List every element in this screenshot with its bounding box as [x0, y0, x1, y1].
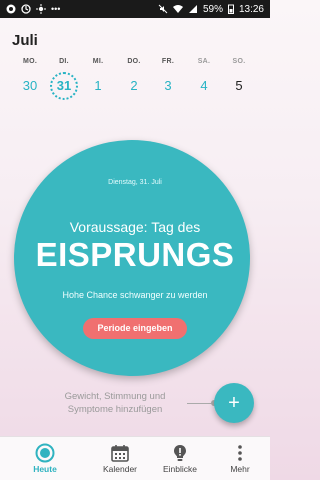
signal-icon	[188, 5, 197, 13]
plus-icon: +	[228, 391, 240, 414]
day-name: DI.	[59, 58, 69, 65]
status-right-icons: 59% 13:26	[158, 4, 264, 15]
add-hint-line1: Gewicht, Stimmung und	[64, 391, 166, 402]
more-dots-icon: •••	[51, 4, 61, 14]
day-number: 2	[130, 78, 138, 93]
update-icon	[21, 4, 31, 14]
nav-item-calendar[interactable]: Kalender	[90, 437, 150, 480]
prediction-headline: EISPRUNGS	[35, 236, 235, 273]
status-time: 13:26	[238, 3, 264, 15]
add-symptoms-hint: Gewicht, Stimmung und Symptome hinzufüge…	[40, 390, 190, 416]
week-strip: MO. 30 DI. 31 MI. 1 DO. 2 FR. 3 SA. 4 SO…	[0, 58, 270, 118]
brightness-icon	[36, 4, 46, 14]
wifi-icon	[172, 5, 183, 13]
insights-bulb-icon	[174, 445, 186, 461]
battery-percent: 59%	[202, 3, 223, 15]
add-button[interactable]: +	[214, 383, 254, 423]
mute-icon	[158, 4, 168, 14]
add-hint-line2: Symptome hinzufügen	[67, 404, 163, 415]
status-bar: ••• 59% 13:26	[0, 0, 270, 18]
day-wednesday[interactable]: MI. 1	[80, 58, 116, 96]
day-friday[interactable]: FR. 3	[150, 58, 186, 96]
battery-icon	[227, 4, 234, 14]
day-sunday[interactable]: SO. 5	[221, 58, 257, 96]
day-number: 5	[235, 78, 243, 93]
day-number: 4	[200, 78, 208, 93]
more-vertical-icon	[238, 445, 242, 461]
month-title: Juli	[12, 32, 38, 49]
day-name: SO.	[232, 58, 246, 65]
nav-item-more[interactable]: Mehr	[210, 437, 270, 480]
nav-label-insights: Einblicke	[162, 464, 198, 474]
chrome-icon	[6, 4, 16, 14]
day-number: 3	[164, 78, 172, 93]
day-thursday[interactable]: DO. 2	[116, 58, 152, 96]
nav-label-calendar: Kalender	[102, 464, 138, 474]
status-left-icons: •••	[6, 4, 60, 14]
nav-item-today[interactable]: Heute	[15, 437, 75, 480]
calendar-icon	[111, 445, 129, 462]
today-icon	[35, 443, 55, 463]
day-tuesday-selected[interactable]: DI. 31	[46, 58, 82, 100]
nav-item-insights[interactable]: Einblicke	[150, 437, 210, 480]
day-number: 1	[94, 78, 102, 93]
day-saturday[interactable]: SA. 4	[186, 58, 222, 96]
prediction-text: Voraussage: Tag des	[69, 219, 201, 235]
day-number: 30	[22, 78, 38, 93]
log-period-button[interactable]: Periode eingeben	[83, 318, 187, 339]
selected-date: Dienstag, 31. Juli	[108, 179, 162, 186]
day-name: DO.	[127, 58, 141, 65]
pregnancy-chance-text: Hohe Chance schwanger zu werden	[62, 290, 208, 300]
day-name: MI.	[92, 58, 104, 65]
day-name: SA.	[197, 58, 211, 65]
day-name: MO.	[22, 58, 38, 65]
day-number-selected: 31	[50, 72, 78, 100]
nav-label-more: Mehr	[230, 464, 250, 474]
day-monday[interactable]: MO. 30	[12, 58, 48, 96]
nav-label-today: Heute	[33, 464, 57, 474]
day-name: FR.	[161, 58, 175, 65]
bottom-navigation: Heute Kalender Einblicke Mehr	[0, 436, 270, 480]
